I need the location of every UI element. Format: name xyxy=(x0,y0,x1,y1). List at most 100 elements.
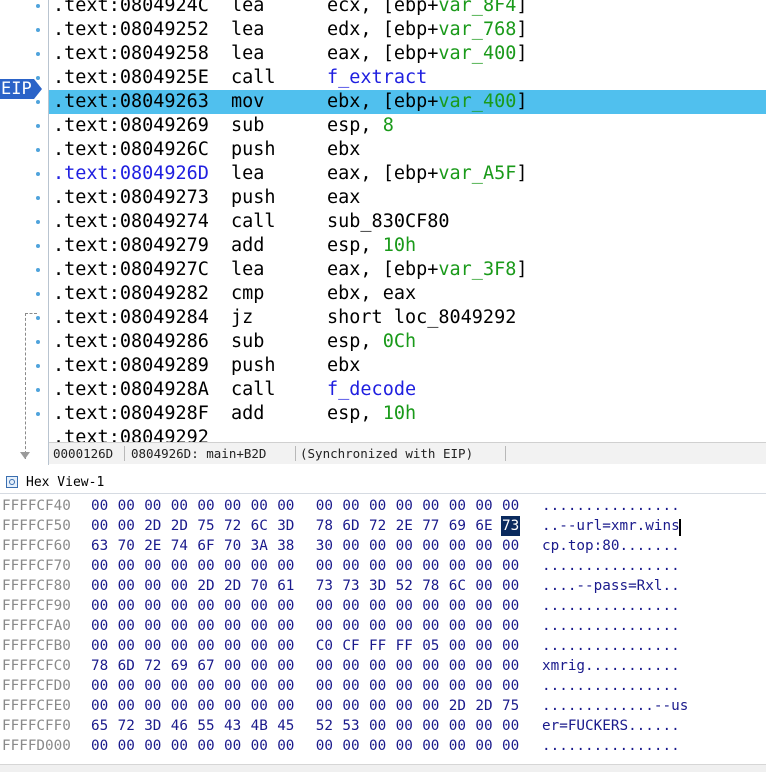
hex-byte[interactable]: 00 xyxy=(91,676,108,696)
disasm-line[interactable]: .text:0804926C push ebx xyxy=(49,138,766,162)
hex-byte[interactable]: 73 xyxy=(501,516,521,536)
hex-byte[interactable]: 00 xyxy=(449,636,466,656)
hex-byte[interactable]: 00 xyxy=(91,616,108,636)
disasm-operands[interactable]: short loc_8049292 xyxy=(327,306,516,330)
hex-byte[interactable]: 2D xyxy=(475,696,492,716)
function-name[interactable]: f_decode xyxy=(327,379,416,400)
hex-byte[interactable]: 00 xyxy=(251,736,268,756)
hex-byte[interactable]: 38 xyxy=(277,536,294,556)
hex-byte[interactable]: 00 xyxy=(277,496,294,516)
hex-byte[interactable]: 00 xyxy=(396,676,413,696)
hex-byte[interactable]: 46 xyxy=(171,716,188,736)
disasm-operands[interactable]: sub_830CF80 xyxy=(327,210,450,234)
hex-byte[interactable]: 00 xyxy=(91,556,108,576)
hex-row[interactable]: FFFFCF70 00 00 00 00 00 00 00 00 00 00 00 00 00 00 00 00… xyxy=(0,556,766,576)
hex-byte[interactable]: 00 xyxy=(475,576,492,596)
hex-byte[interactable]: 00 xyxy=(502,616,519,636)
breakpoint-dot-icon[interactable] xyxy=(36,28,40,32)
hex-byte[interactable]: 00 xyxy=(144,596,161,616)
disasm-line[interactable]: .text:08049252 lea edx, [ebp+var_768] xyxy=(49,18,766,42)
hex-byte[interactable]: 3D xyxy=(369,576,386,596)
hex-byte[interactable]: 00 xyxy=(475,716,492,736)
hex-byte[interactable]: 53 xyxy=(342,716,359,736)
hex-row[interactable]: FFFFCF90 00 00 00 00 00 00 00 00 00 00 00 00 00 00 00 00… xyxy=(0,596,766,616)
hex-byte[interactable]: 52 xyxy=(396,576,413,596)
hex-byte[interactable]: 00 xyxy=(449,656,466,676)
hex-row[interactable]: FFFFCF80 00 00 00 00 2D 2D 70 61 73 73 3D 52 78 6C 00 00… xyxy=(0,576,766,596)
hex-byte[interactable]: 00 xyxy=(449,716,466,736)
hex-byte[interactable]: 00 xyxy=(422,736,439,756)
hex-byte[interactable]: 00 xyxy=(316,616,333,636)
hex-byte[interactable]: 00 xyxy=(396,656,413,676)
breakpoint-dot-icon[interactable] xyxy=(36,268,40,272)
disasm-operands[interactable]: ebx, eax xyxy=(327,282,416,306)
hex-byte[interactable]: 70 xyxy=(118,536,135,556)
breakpoint-dot-icon[interactable] xyxy=(36,196,40,200)
hex-byte[interactable]: 4B xyxy=(251,716,268,736)
hex-byte[interactable]: 00 xyxy=(91,696,108,716)
breakpoint-dot-icon[interactable] xyxy=(36,76,40,80)
hex-byte[interactable]: 78 xyxy=(316,516,333,536)
hex-byte[interactable]: 73 xyxy=(316,576,333,596)
hex-ascii[interactable]: ....--pass=Rxl.. xyxy=(542,576,680,596)
hex-byte[interactable]: 00 xyxy=(118,596,135,616)
breakpoint-dot-icon[interactable] xyxy=(36,244,40,248)
disasm-operands[interactable]: esp, 10h xyxy=(327,234,416,258)
hex-byte[interactable]: 00 xyxy=(197,736,214,756)
disasm-operands[interactable]: edx, [ebp+var_768] xyxy=(327,18,528,42)
hex-byte[interactable]: 00 xyxy=(342,536,359,556)
breakpoint-dot-icon[interactable] xyxy=(36,388,40,392)
hex-byte[interactable]: 00 xyxy=(251,676,268,696)
hex-byte[interactable]: 00 xyxy=(422,496,439,516)
hex-byte[interactable]: 72 xyxy=(224,516,241,536)
hex-byte[interactable]: 00 xyxy=(342,556,359,576)
hex-byte[interactable]: 00 xyxy=(475,616,492,636)
hex-byte[interactable]: 2D xyxy=(224,576,241,596)
hex-byte[interactable]: 00 xyxy=(422,536,439,556)
stack-variable[interactable]: var_A5F xyxy=(438,163,516,184)
hex-byte[interactable]: 00 xyxy=(342,696,359,716)
hex-byte[interactable]: 00 xyxy=(224,736,241,756)
hex-byte[interactable]: 00 xyxy=(396,496,413,516)
hex-byte[interactable]: 00 xyxy=(277,656,294,676)
breakpoint-dot-icon[interactable] xyxy=(36,340,40,344)
hex-row[interactable]: FFFFCFD0 00 00 00 00 00 00 00 00 00 00 00 00 00 00 00 00… xyxy=(0,676,766,696)
hex-byte[interactable]: 00 xyxy=(118,636,135,656)
hex-byte[interactable]: 3D xyxy=(277,516,294,536)
hex-byte[interactable]: 2D xyxy=(144,516,161,536)
hex-byte[interactable]: 00 xyxy=(277,636,294,656)
hex-byte[interactable]: 00 xyxy=(224,656,241,676)
disasm-operands[interactable]: ebx xyxy=(327,354,360,378)
hex-byte[interactable]: 00 xyxy=(342,736,359,756)
hex-row[interactable]: FFFFCFF0 65 72 3D 46 55 43 4B 45 52 53 00 00 00 00 00 00… xyxy=(0,716,766,736)
hex-byte[interactable]: 05 xyxy=(422,636,439,656)
hex-byte[interactable]: 00 xyxy=(277,556,294,576)
hex-byte[interactable]: 70 xyxy=(224,536,241,556)
hex-byte[interactable]: 00 xyxy=(224,496,241,516)
disasm-line[interactable]: .text:08049274 call sub_830CF80 xyxy=(49,210,766,234)
hex-byte[interactable]: 30 xyxy=(316,536,333,556)
hex-row[interactable]: FFFFCF60 63 70 2E 74 6F 70 3A 38 30 00 00 00 00 00 00 00… xyxy=(0,536,766,556)
hex-byte[interactable]: 6C xyxy=(251,516,268,536)
hex-byte[interactable]: 00 xyxy=(449,536,466,556)
hex-byte[interactable]: 00 xyxy=(342,656,359,676)
disasm-operands[interactable]: esp, 8 xyxy=(327,114,394,138)
disasm-operands[interactable]: ebx, [ebp+var_400] xyxy=(327,90,528,114)
hex-byte[interactable]: 00 xyxy=(369,676,386,696)
hex-byte[interactable]: 00 xyxy=(502,656,519,676)
hex-byte[interactable]: 72 xyxy=(369,516,386,536)
breakpoint-dot-icon[interactable] xyxy=(36,172,40,176)
hex-byte[interactable]: 00 xyxy=(91,736,108,756)
hex-byte[interactable]: 70 xyxy=(251,576,268,596)
disasm-line[interactable]: .text:08049273 push eax xyxy=(49,186,766,210)
hex-byte[interactable]: 00 xyxy=(369,596,386,616)
hex-byte[interactable]: 00 xyxy=(369,556,386,576)
hex-byte[interactable]: FF xyxy=(396,636,413,656)
hex-byte[interactable]: 00 xyxy=(144,576,161,596)
hex-byte[interactable]: 00 xyxy=(449,496,466,516)
hex-byte[interactable]: 00 xyxy=(449,556,466,576)
hex-view-title[interactable]: Hex View-1 xyxy=(26,472,104,493)
hex-view-titlebar[interactable] xyxy=(0,472,766,494)
hex-byte[interactable]: 69 xyxy=(449,516,466,536)
hex-byte[interactable]: 00 xyxy=(369,736,386,756)
